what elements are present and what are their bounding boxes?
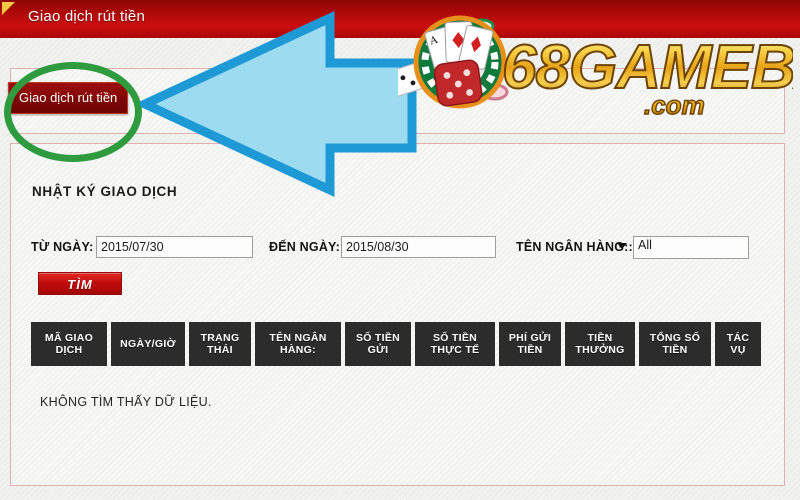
table-header-cell: TRẠNG THÁI (189, 322, 251, 366)
from-date-label: TỪ NGÀY: (31, 240, 94, 254)
to-date-label: ĐẾN NGÀY: (269, 240, 341, 254)
table-header-cell: TỔNG SỐ TIỀN (639, 322, 711, 366)
table-header-cell: SỐ TIỀN GỬI (345, 322, 411, 366)
filter-bar: TỪ NGÀY: ĐẾN NGÀY: TÊN NGÂN HÀNG:: All (0, 236, 800, 262)
to-date-input[interactable] (341, 236, 496, 258)
table-header-cell: TÁC VỤ (715, 322, 761, 366)
tab-giao-dich-rut-tien[interactable]: Giao dịch rút tiền (8, 82, 129, 114)
triangle-flag-icon (2, 2, 15, 15)
window-titlebar: Giao dịch rút tiền (0, 0, 800, 38)
section-title: NHẬT KÝ GIAO DỊCH (32, 184, 178, 199)
bank-name-select[interactable]: All (633, 236, 749, 259)
table-header-cell: NGÀY/GIỜ (111, 322, 185, 366)
from-date-input[interactable] (96, 236, 253, 258)
table-header-cell: PHÍ GỬI TIỀN (499, 322, 561, 366)
table-header-cell: TÊN NGÂN HÀNG: (255, 322, 341, 366)
empty-state-message: KHÔNG TÌM THẤY DỮ LIỆU. (40, 395, 212, 409)
table-header-cell: SỐ TIỀN THỰC TẾ (415, 322, 495, 366)
table-header-cell: MÃ GIAO DỊCH (31, 322, 107, 366)
transaction-table-header-row: MÃ GIAO DỊCH NGÀY/GIỜ TRẠNG THÁI TÊN NGÂN H… (31, 322, 761, 366)
search-button[interactable]: TÌM (38, 272, 122, 295)
bank-name-label: TÊN NGÂN HÀNG:: (516, 240, 633, 254)
page-title: Giao dịch rút tiền (28, 8, 145, 25)
table-header-cell: TIỀN THƯỞNG (565, 322, 635, 366)
